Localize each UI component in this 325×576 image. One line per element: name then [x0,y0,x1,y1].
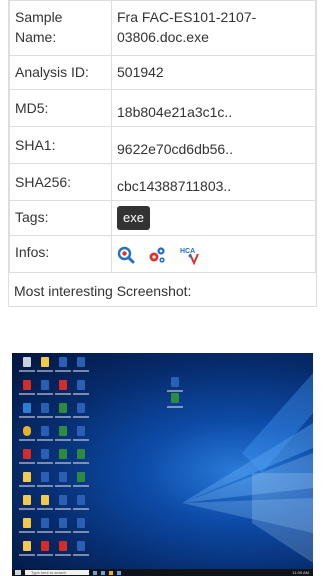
row-sha256: SHA256: cbc14388711803.. [9,163,316,201]
sha256-label: SHA256: [9,163,112,201]
desktop-icon-doc-25[interactable] [70,495,92,517]
gears-icon[interactable] [147,245,167,265]
desktop-icon-doc-21[interactable] [70,403,92,425]
sample-name-value: Fra FAC-ES101-2107-03806.doc.exe [111,0,316,56]
start-icon[interactable] [15,570,21,575]
taskbar: Type here to search 11:09 AM [12,569,313,576]
row-analysis-id: Analysis ID: 501942 [9,55,316,90]
desktop-background [12,353,313,569]
svg-text:HCA: HCA [180,248,195,255]
row-md5: MD5: 18b804e21a3c1c.. [9,89,316,127]
tag-badge[interactable]: exe [117,206,150,230]
edge-taskbar-icon[interactable] [101,570,105,575]
system-clock[interactable]: 11:09 AM [292,570,309,575]
desktop-icon-excel-2[interactable] [164,393,186,415]
magnifier-icon[interactable] [117,246,135,264]
desktop-icon-doc-27[interactable] [70,541,92,563]
task-view-icon[interactable] [93,570,97,575]
analysis-card: Sample Name: Fra FAC-ES101-2107-03806.do… [8,0,317,307]
store-taskbar-icon[interactable] [117,570,121,575]
screenshot-title: Most interesting Screenshot: [14,283,192,299]
sha1-label: SHA1: [9,126,112,164]
taskbar-search-input[interactable]: Type here to search [25,570,89,575]
analysis-info-table: Sample Name: Fra FAC-ES101-2107-03806.do… [9,0,316,273]
md5-value: 18b804e21a3c1c.. [111,89,316,127]
tags-label: Tags: [9,200,112,236]
desktop-icon-doc-19[interactable] [70,357,92,379]
analysis-id-label: Analysis ID: [9,55,112,90]
row-sha1: SHA1: 9622e70cd6db56.. [9,126,316,164]
desktop-icon-doc-20[interactable] [70,380,92,402]
infos-label: Infos: [9,235,112,273]
sha1-value: 9622e70cd6db56.. [111,126,316,164]
desktop-icon-doc-22[interactable] [70,426,92,448]
analysis-id-value: 501942 [111,55,316,90]
hca-icon[interactable]: HCA [179,245,201,265]
row-tags: Tags: exe [9,200,316,236]
malware-screenshot[interactable]: Type here to search 11:09 AM [12,353,313,576]
explorer-taskbar-icon[interactable] [109,570,113,575]
row-sample-name: Sample Name: Fra FAC-ES101-2107-03806.do… [9,0,316,56]
sha256-value: cbc14388711803.. [111,163,316,201]
row-infos: Infos: HCA [9,235,316,273]
desktop-icon-doc-26[interactable] [70,518,92,540]
tags-value: exe [111,200,316,236]
desktop-icon-doc-24[interactable] [70,472,92,494]
sample-name-label: Sample Name: [9,0,112,56]
infos-value: HCA [111,235,316,273]
md5-label: MD5: [9,89,112,127]
desktop-icon-doc-23[interactable] [70,449,92,471]
